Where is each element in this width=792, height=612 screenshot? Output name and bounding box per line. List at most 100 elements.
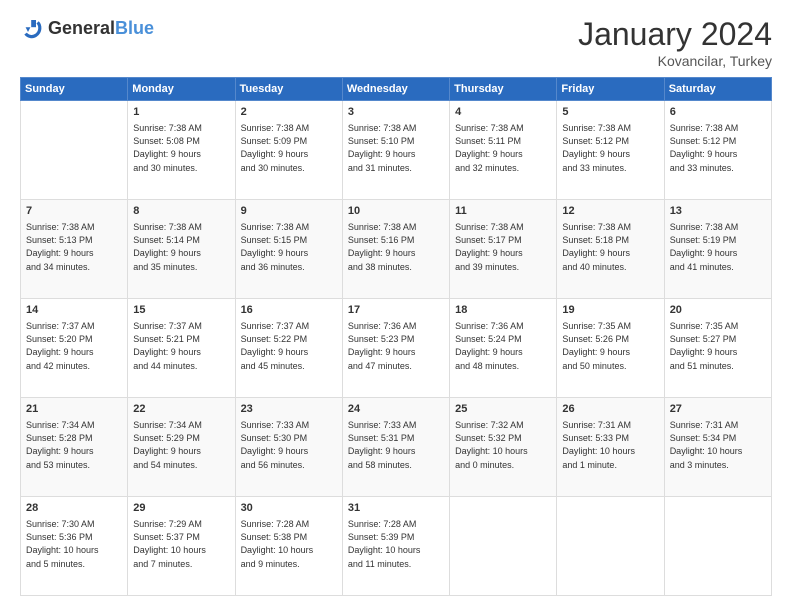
calendar-cell: 15 Sunrise: 7:37 AMSunset: 5:21 PMDayligh… bbox=[128, 299, 235, 398]
day-number: 1 bbox=[133, 105, 229, 120]
calendar-cell: 13 Sunrise: 7:38 AMSunset: 5:19 PMDayligh… bbox=[664, 200, 771, 299]
day-number: 22 bbox=[133, 402, 229, 417]
calendar-cell: 6 Sunrise: 7:38 AMSunset: 5:12 PMDaylight… bbox=[664, 101, 771, 200]
page: GeneralBlue January 2024 Kovancilar, Tur… bbox=[0, 0, 792, 612]
calendar-day-header: Sunday bbox=[21, 78, 128, 101]
calendar-day-header: Tuesday bbox=[235, 78, 342, 101]
cell-content: Sunrise: 7:38 AMSunset: 5:16 PMDaylight:… bbox=[348, 221, 444, 273]
calendar-cell: 9Sunrise: 7:38 AMSunset: 5:15 PMDaylight… bbox=[235, 200, 342, 299]
cell-content: Sunrise: 7:38 AMSunset: 5:08 PMDaylight:… bbox=[133, 122, 229, 174]
day-number: 6 bbox=[670, 105, 766, 120]
day-number: 21 bbox=[26, 402, 122, 417]
month-title: January 2024 bbox=[578, 16, 772, 53]
calendar-cell: 2 Sunrise: 7:38 AMSunset: 5:09 PMDaylight… bbox=[235, 101, 342, 200]
day-number: 12 bbox=[562, 204, 658, 219]
calendar-cell: 21Sunrise: 7:34 AMSunset: 5:28 PMDayligh… bbox=[21, 398, 128, 497]
day-number: 2 bbox=[241, 105, 337, 120]
calendar-week-row: 28 Sunrise: 7:30 AMSunset: 5:36 PMDayligh… bbox=[21, 497, 772, 596]
day-number: 3 bbox=[348, 105, 444, 120]
cell-content: Sunrise: 7:30 AMSunset: 5:36 PMDaylight:… bbox=[26, 518, 122, 570]
cell-content: Sunrise: 7:38 AMSunset: 5:10 PMDaylight:… bbox=[348, 122, 444, 174]
cell-content: Sunrise: 7:34 AMSunset: 5:29 PMDaylight:… bbox=[133, 419, 229, 471]
calendar-cell: 5 Sunrise: 7:38 AMSunset: 5:12 PMDaylight… bbox=[557, 101, 664, 200]
cell-content: Sunrise: 7:35 AMSunset: 5:27 PMDaylight:… bbox=[670, 320, 766, 372]
cell-content: Sunrise: 7:38 AMSunset: 5:11 PMDaylight:… bbox=[455, 122, 551, 174]
cell-content: Sunrise: 7:31 AMSunset: 5:34 PMDaylight:… bbox=[670, 419, 766, 471]
cell-content: Sunrise: 7:36 AMSunset: 5:23 PMDaylight:… bbox=[348, 320, 444, 372]
logo-text-general: General bbox=[48, 18, 115, 38]
calendar-cell: 3 Sunrise: 7:38 AMSunset: 5:10 PMDaylight… bbox=[342, 101, 449, 200]
logo-icon bbox=[20, 16, 44, 40]
cell-content: Sunrise: 7:29 AMSunset: 5:37 PMDaylight:… bbox=[133, 518, 229, 570]
day-number: 16 bbox=[241, 303, 337, 318]
cell-content: Sunrise: 7:28 AMSunset: 5:39 PMDaylight:… bbox=[348, 518, 444, 570]
cell-content: Sunrise: 7:38 AMSunset: 5:18 PMDaylight:… bbox=[562, 221, 658, 273]
calendar-cell: 28 Sunrise: 7:30 AMSunset: 5:36 PMDayligh… bbox=[21, 497, 128, 596]
day-number: 24 bbox=[348, 402, 444, 417]
title-block: January 2024 Kovancilar, Turkey bbox=[578, 16, 772, 69]
cell-content: Sunrise: 7:35 AMSunset: 5:26 PMDaylight:… bbox=[562, 320, 658, 372]
day-number: 26 bbox=[562, 402, 658, 417]
day-number: 5 bbox=[562, 105, 658, 120]
calendar-cell: 29 Sunrise: 7:29 AMSunset: 5:37 PMDayligh… bbox=[128, 497, 235, 596]
day-number: 17 bbox=[348, 303, 444, 318]
calendar-day-header: Monday bbox=[128, 78, 235, 101]
cell-content: Sunrise: 7:37 AMSunset: 5:20 PMDaylight:… bbox=[26, 320, 122, 372]
day-number: 15 bbox=[133, 303, 229, 318]
calendar-cell: 12 Sunrise: 7:38 AMSunset: 5:18 PMDayligh… bbox=[557, 200, 664, 299]
calendar-cell: 11Sunrise: 7:38 AMSunset: 5:17 PMDayligh… bbox=[450, 200, 557, 299]
calendar-cell: 25Sunrise: 7:32 AMSunset: 5:32 PMDayligh… bbox=[450, 398, 557, 497]
calendar-week-row: 14 Sunrise: 7:37 AMSunset: 5:20 PMDayligh… bbox=[21, 299, 772, 398]
calendar-table: SundayMondayTuesdayWednesdayThursdayFrid… bbox=[20, 77, 772, 596]
cell-content: Sunrise: 7:38 AMSunset: 5:13 PMDaylight:… bbox=[26, 221, 122, 273]
calendar-cell: 4Sunrise: 7:38 AMSunset: 5:11 PMDaylight… bbox=[450, 101, 557, 200]
cell-content: Sunrise: 7:38 AMSunset: 5:12 PMDaylight:… bbox=[670, 122, 766, 174]
logo-text-blue: Blue bbox=[115, 18, 154, 38]
calendar-cell: 14 Sunrise: 7:37 AMSunset: 5:20 PMDayligh… bbox=[21, 299, 128, 398]
day-number: 13 bbox=[670, 204, 766, 219]
cell-content: Sunrise: 7:38 AMSunset: 5:09 PMDaylight:… bbox=[241, 122, 337, 174]
cell-content: Sunrise: 7:37 AMSunset: 5:22 PMDaylight:… bbox=[241, 320, 337, 372]
cell-content: Sunrise: 7:31 AMSunset: 5:33 PMDaylight:… bbox=[562, 419, 658, 471]
calendar-cell: 7Sunrise: 7:38 AMSunset: 5:13 PMDaylight… bbox=[21, 200, 128, 299]
cell-content: Sunrise: 7:37 AMSunset: 5:21 PMDaylight:… bbox=[133, 320, 229, 372]
location-subtitle: Kovancilar, Turkey bbox=[578, 53, 772, 69]
calendar-cell: 20 Sunrise: 7:35 AMSunset: 5:27 PMDayligh… bbox=[664, 299, 771, 398]
day-number: 29 bbox=[133, 501, 229, 516]
day-number: 14 bbox=[26, 303, 122, 318]
day-number: 20 bbox=[670, 303, 766, 318]
day-number: 10 bbox=[348, 204, 444, 219]
calendar-cell: 8 Sunrise: 7:38 AMSunset: 5:14 PMDaylight… bbox=[128, 200, 235, 299]
day-number: 28 bbox=[26, 501, 122, 516]
calendar-week-row: 21Sunrise: 7:34 AMSunset: 5:28 PMDayligh… bbox=[21, 398, 772, 497]
calendar-cell: 31Sunrise: 7:28 AMSunset: 5:39 PMDayligh… bbox=[342, 497, 449, 596]
calendar-cell: 18Sunrise: 7:36 AMSunset: 5:24 PMDayligh… bbox=[450, 299, 557, 398]
calendar-cell bbox=[21, 101, 128, 200]
day-number: 19 bbox=[562, 303, 658, 318]
cell-content: Sunrise: 7:33 AMSunset: 5:30 PMDaylight:… bbox=[241, 419, 337, 471]
cell-content: Sunrise: 7:28 AMSunset: 5:38 PMDaylight:… bbox=[241, 518, 337, 570]
calendar-week-row: 1 Sunrise: 7:38 AMSunset: 5:08 PMDaylight… bbox=[21, 101, 772, 200]
cell-content: Sunrise: 7:38 AMSunset: 5:17 PMDaylight:… bbox=[455, 221, 551, 273]
calendar-header-row: SundayMondayTuesdayWednesdayThursdayFrid… bbox=[21, 78, 772, 101]
header: GeneralBlue January 2024 Kovancilar, Tur… bbox=[20, 16, 772, 69]
calendar-cell bbox=[557, 497, 664, 596]
calendar-cell: 1 Sunrise: 7:38 AMSunset: 5:08 PMDaylight… bbox=[128, 101, 235, 200]
cell-content: Sunrise: 7:38 AMSunset: 5:12 PMDaylight:… bbox=[562, 122, 658, 174]
cell-content: Sunrise: 7:38 AMSunset: 5:19 PMDaylight:… bbox=[670, 221, 766, 273]
logo: GeneralBlue bbox=[20, 16, 154, 40]
cell-content: Sunrise: 7:32 AMSunset: 5:32 PMDaylight:… bbox=[455, 419, 551, 471]
calendar-cell bbox=[450, 497, 557, 596]
calendar-day-header: Saturday bbox=[664, 78, 771, 101]
calendar-cell: 27 Sunrise: 7:31 AMSunset: 5:34 PMDayligh… bbox=[664, 398, 771, 497]
cell-content: Sunrise: 7:33 AMSunset: 5:31 PMDaylight:… bbox=[348, 419, 444, 471]
calendar-cell: 19 Sunrise: 7:35 AMSunset: 5:26 PMDayligh… bbox=[557, 299, 664, 398]
calendar-cell: 23 Sunrise: 7:33 AMSunset: 5:30 PMDayligh… bbox=[235, 398, 342, 497]
day-number: 23 bbox=[241, 402, 337, 417]
day-number: 27 bbox=[670, 402, 766, 417]
cell-content: Sunrise: 7:38 AMSunset: 5:14 PMDaylight:… bbox=[133, 221, 229, 273]
calendar-cell: 22 Sunrise: 7:34 AMSunset: 5:29 PMDayligh… bbox=[128, 398, 235, 497]
calendar-cell: 30Sunrise: 7:28 AMSunset: 5:38 PMDayligh… bbox=[235, 497, 342, 596]
day-number: 8 bbox=[133, 204, 229, 219]
calendar-day-header: Wednesday bbox=[342, 78, 449, 101]
